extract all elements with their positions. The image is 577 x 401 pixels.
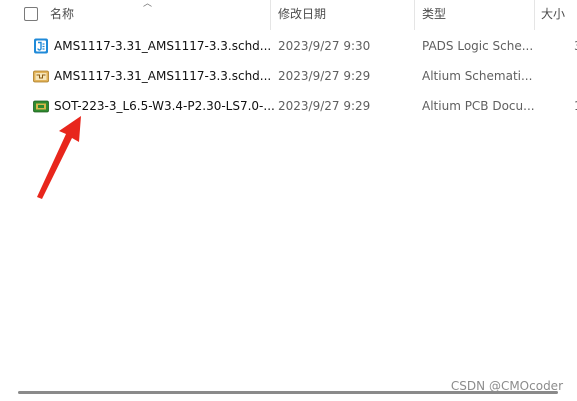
- red-arrow-shape: [37, 116, 81, 199]
- red-arrow-annotation: [37, 116, 81, 199]
- watermark: CSDN @CMOcoder: [450, 379, 563, 393]
